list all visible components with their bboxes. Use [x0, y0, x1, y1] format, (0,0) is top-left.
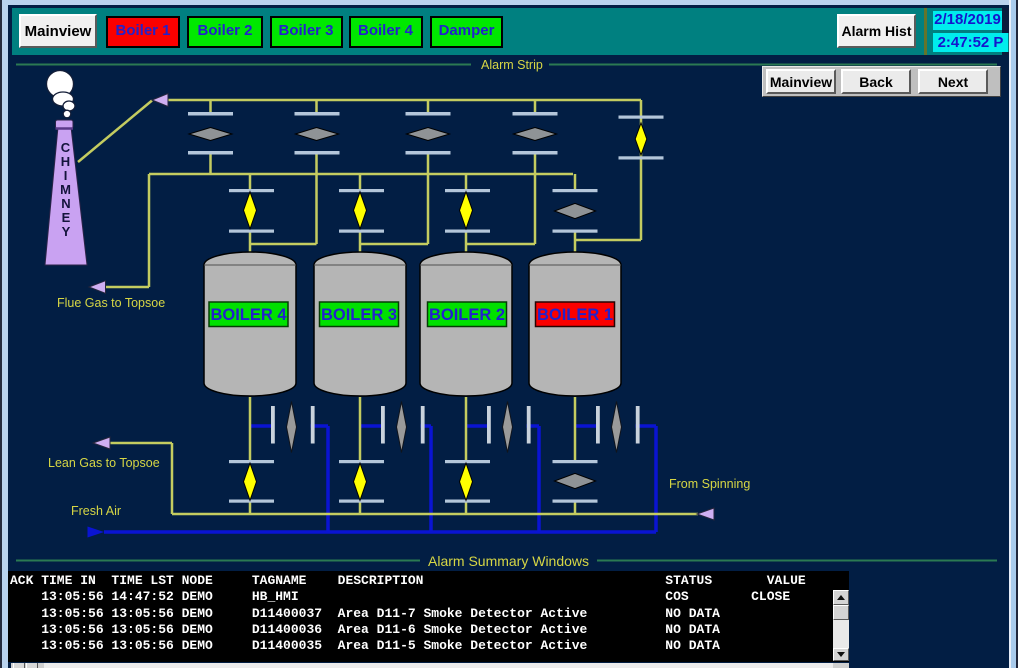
- svg-text:BOILER 4: BOILER 4: [210, 306, 287, 324]
- svg-text:H: H: [61, 154, 70, 169]
- svg-text:BOILER 3: BOILER 3: [321, 306, 397, 324]
- svg-text:Flue Gas to Topsoe: Flue Gas to Topsoe: [57, 296, 165, 310]
- svg-text:Lean Gas to Topsoe: Lean Gas to Topsoe: [48, 456, 160, 470]
- svg-text:Y: Y: [62, 224, 71, 239]
- svg-text:From Spinning: From Spinning: [669, 477, 750, 491]
- svg-text:M: M: [60, 182, 71, 197]
- svg-text:I: I: [64, 168, 68, 183]
- svg-text:E: E: [62, 210, 71, 225]
- svg-text:Fresh Air: Fresh Air: [71, 504, 121, 518]
- svg-text:N: N: [61, 196, 70, 211]
- svg-text:Alarm Summary Windows: Alarm Summary Windows: [428, 553, 589, 569]
- svg-text:BOILER 1: BOILER 1: [537, 306, 613, 324]
- svg-text:BOILER 2: BOILER 2: [429, 306, 505, 324]
- svg-text:C: C: [61, 140, 71, 155]
- svg-text:Alarm Strip: Alarm Strip: [481, 58, 543, 72]
